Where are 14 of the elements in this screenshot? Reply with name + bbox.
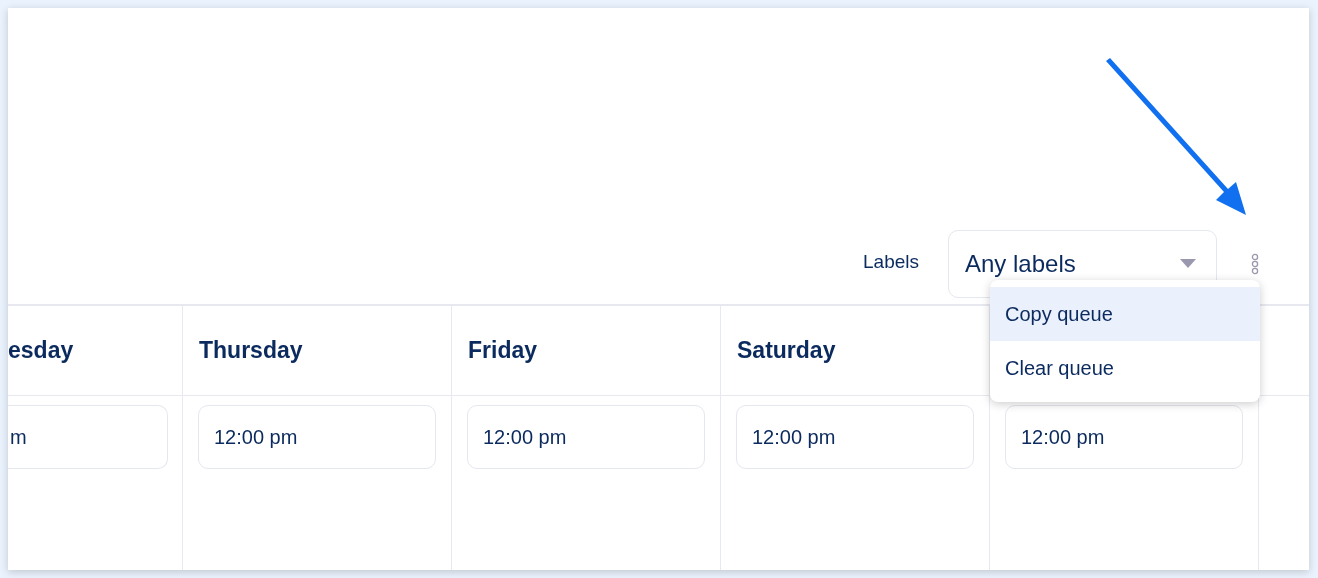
day-header: Friday (468, 336, 538, 366)
time-field[interactable]: 12:00 pm (1005, 405, 1243, 469)
menu-item[interactable]: Copy queue (990, 287, 1260, 341)
filter-label: Labels (863, 249, 919, 274)
time-field[interactable]: 12:00 pm (198, 405, 436, 469)
more-options-icon[interactable] (1251, 253, 1259, 275)
menu-item[interactable]: Clear queue (990, 341, 1260, 395)
time-field[interactable]: m (8, 405, 168, 469)
time-field[interactable]: 12:00 pm (736, 405, 974, 469)
day-header: Thursday (199, 336, 303, 366)
day-header: Saturday (737, 336, 836, 366)
day-header: esday (8, 336, 74, 366)
time-field[interactable]: 12:00 pm (467, 405, 705, 469)
caret-icon (1180, 259, 1196, 269)
